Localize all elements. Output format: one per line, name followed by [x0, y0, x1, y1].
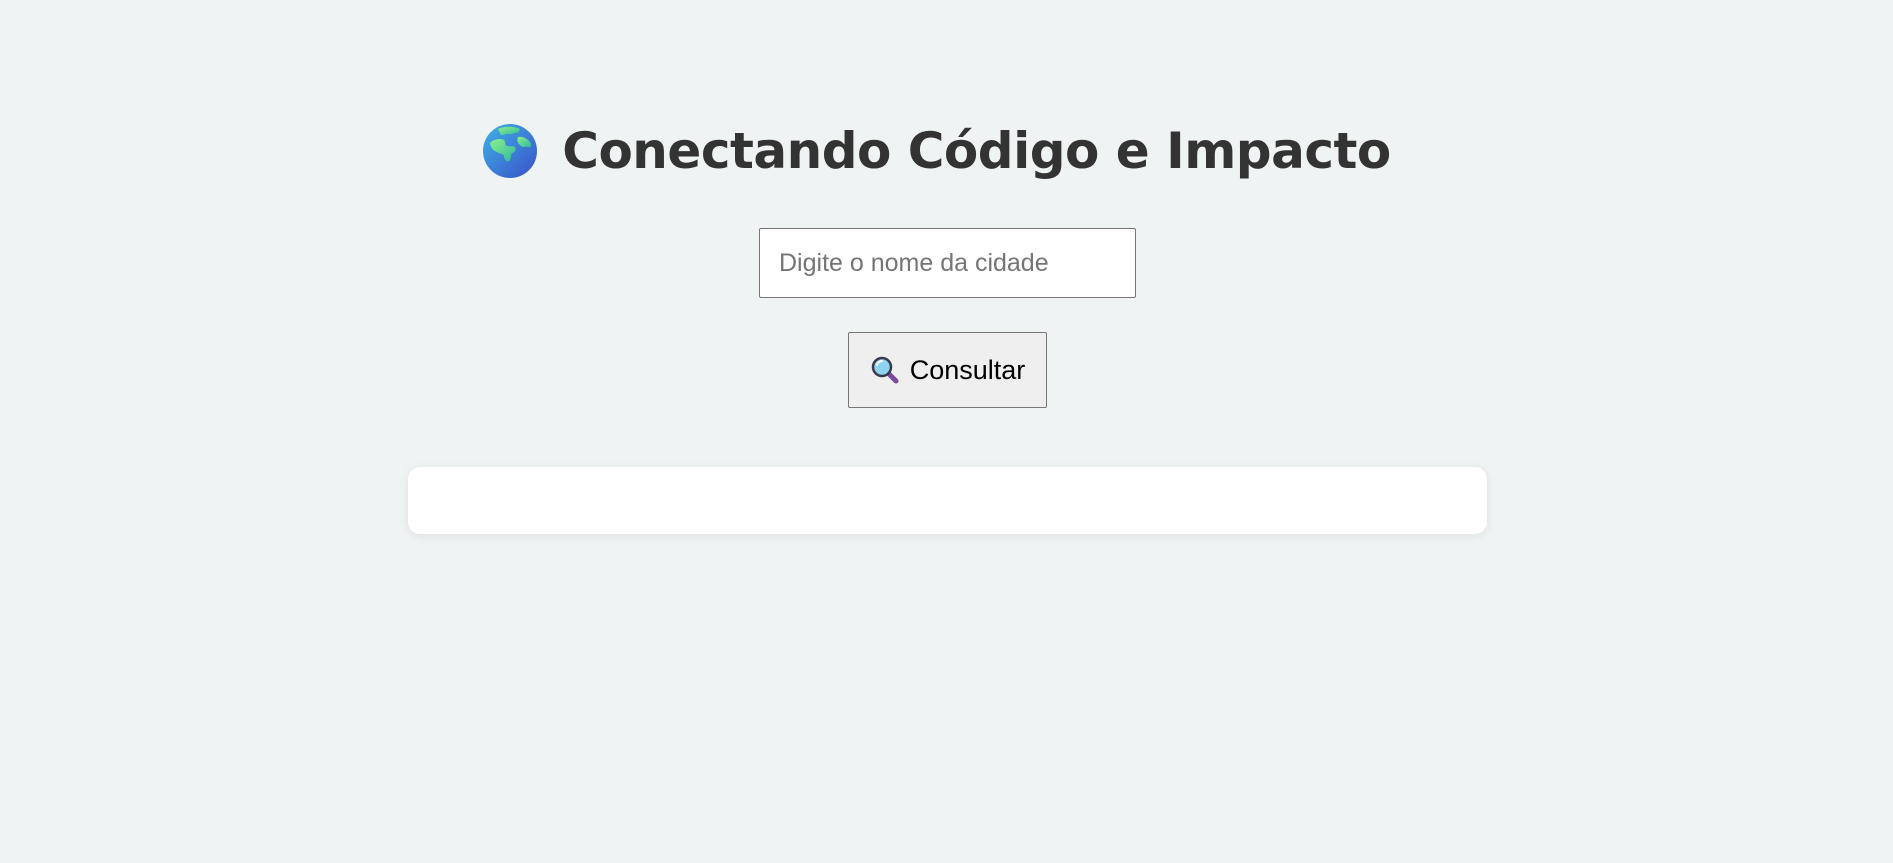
- globe-icon: [482, 123, 538, 179]
- result-card: [408, 467, 1487, 534]
- page-title: Conectando Código e Impacto: [562, 122, 1391, 180]
- page: Conectando Código e Impacto Consultar: [0, 0, 1893, 863]
- consult-button[interactable]: Consultar: [848, 332, 1047, 408]
- magnifier-icon: [870, 355, 900, 385]
- header: Conectando Código e Impacto: [0, 112, 1893, 190]
- consult-button-label: Consultar: [909, 354, 1026, 385]
- city-search-input[interactable]: [759, 228, 1136, 298]
